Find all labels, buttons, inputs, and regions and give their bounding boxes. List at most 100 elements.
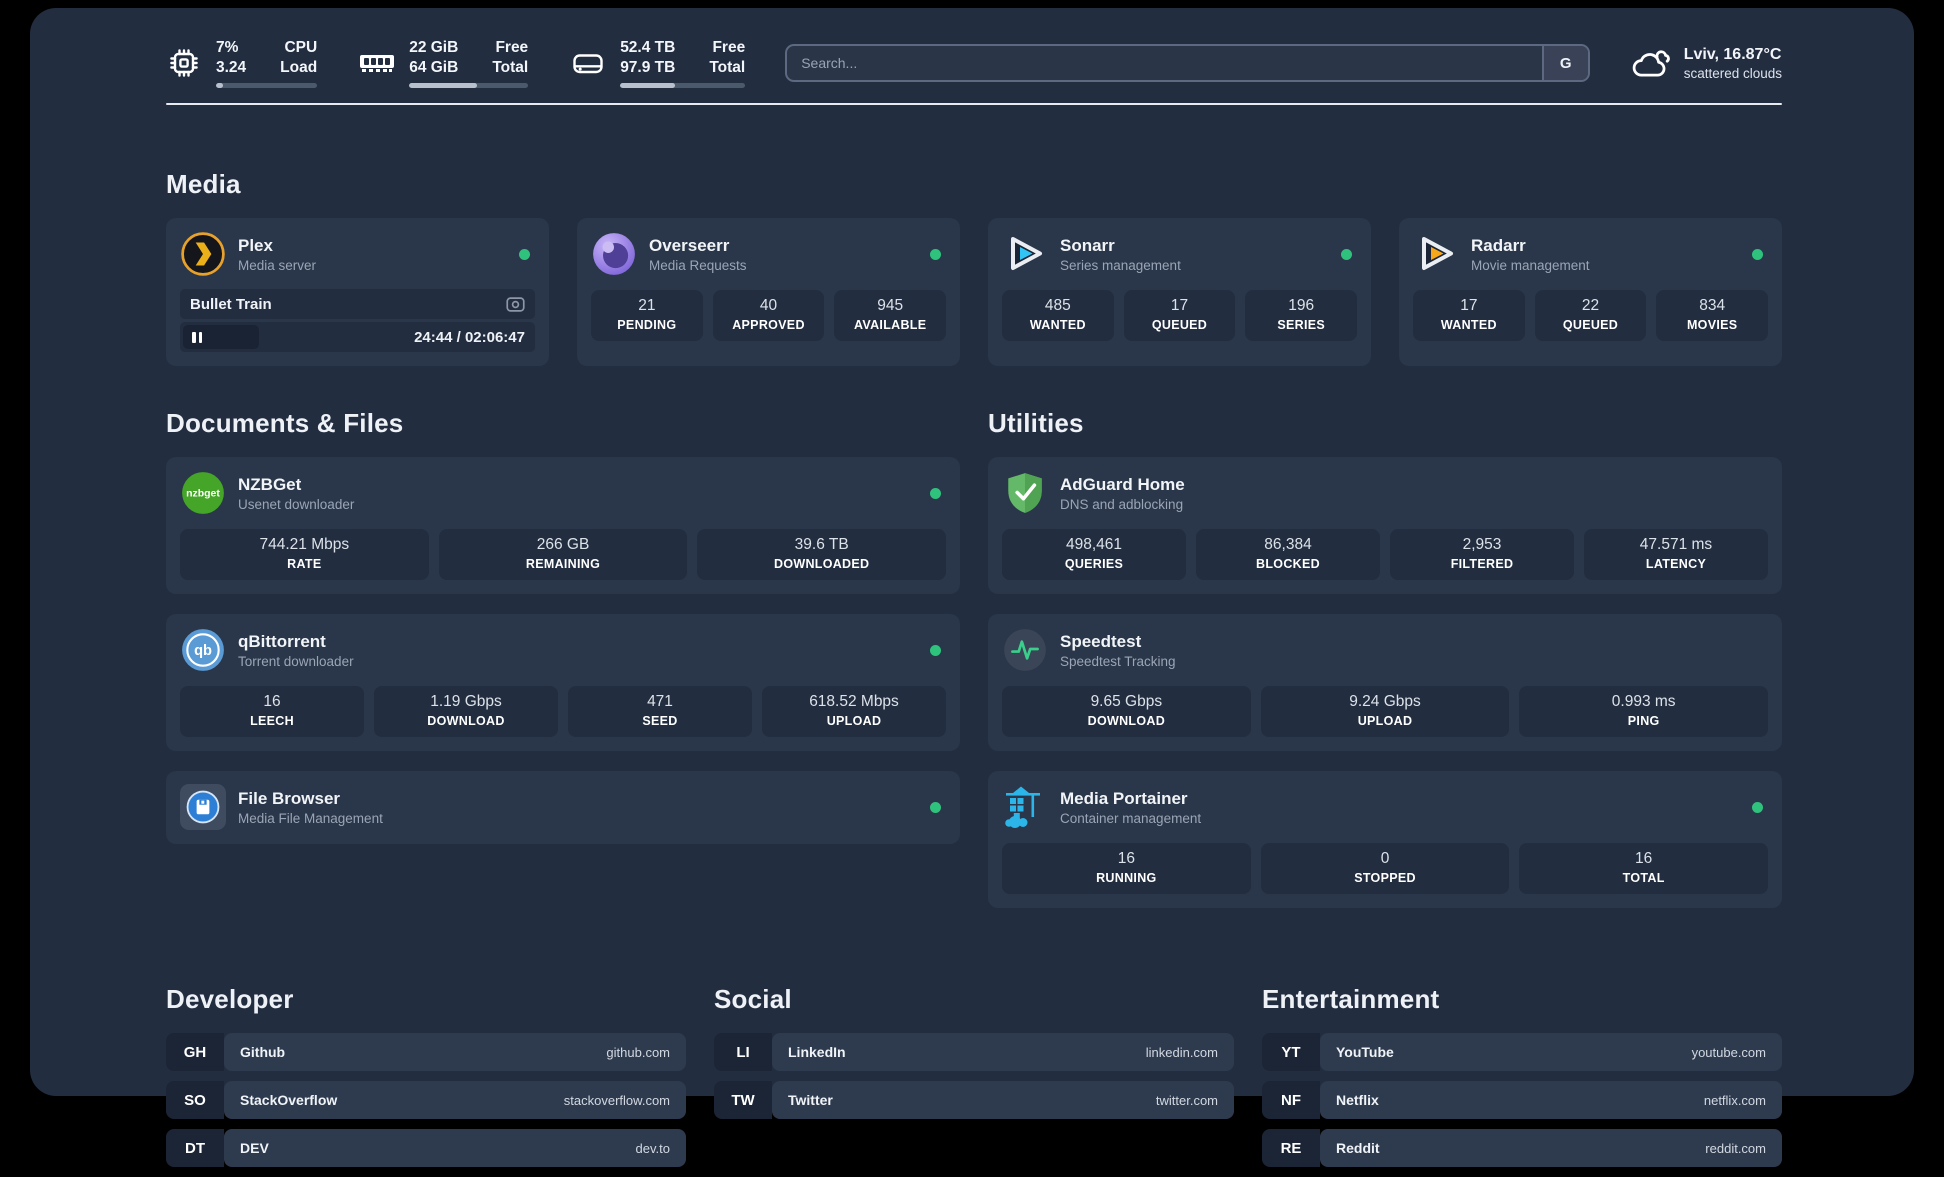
cpu-label: CPU	[280, 38, 317, 58]
section-utilities: Utilities AdGuard Home DNS and adblockin…	[988, 408, 1782, 928]
disk-total-value: 97.9 TB	[620, 58, 675, 78]
stat-ping: 0.993 ms PING	[1519, 686, 1768, 737]
card-title: Radarr	[1471, 236, 1590, 256]
filebrowser-card[interactable]: File Browser Media File Management	[166, 771, 960, 844]
disk-free-value: 52.4 TB	[620, 38, 675, 58]
adguard-card[interactable]: AdGuard Home DNS and adblocking 498,461 …	[988, 457, 1782, 594]
session-device-icon	[506, 297, 525, 312]
bookmark-name: Reddit	[1336, 1140, 1380, 1156]
ram-icon	[359, 51, 395, 75]
bookmark-abbr: TW	[714, 1081, 772, 1119]
bookmark-reddit[interactable]: RE Reddit reddit.com	[1262, 1129, 1782, 1167]
card-subtitle: DNS and adblocking	[1060, 497, 1185, 512]
bookmark-name: YouTube	[1336, 1044, 1394, 1060]
stat-leech: 16 LEECH	[180, 686, 364, 737]
bookmark-url: linkedin.com	[1146, 1045, 1218, 1060]
card-subtitle: Media Requests	[649, 258, 747, 273]
card-subtitle: Container management	[1060, 811, 1201, 826]
cloud-icon	[1630, 45, 1672, 81]
weather-condition: scattered clouds	[1684, 66, 1782, 81]
section-title-social: Social	[714, 984, 1234, 1015]
stat-wanted: 485 WANTED	[1002, 290, 1114, 341]
card-title: Sonarr	[1060, 236, 1181, 256]
weather-widget[interactable]: Lviv, 16.87°C scattered clouds	[1630, 45, 1782, 81]
ram-free-value: 22 GiB	[409, 38, 458, 58]
stat-movies: 834 MOVIES	[1656, 290, 1768, 341]
card-title: qBittorrent	[238, 632, 354, 652]
bookmark-netflix[interactable]: NF Netflix netflix.com	[1262, 1081, 1782, 1119]
stat-download: 1.19 Gbps DOWNLOAD	[374, 686, 558, 737]
card-title: AdGuard Home	[1060, 475, 1185, 495]
section-developer: Developer GH Github github.com SO StackO…	[166, 984, 686, 1177]
pause-icon	[192, 332, 196, 343]
stat-wanted: 17 WANTED	[1413, 290, 1525, 341]
nzbget-card[interactable]: nzbget NZBGet Usenet downloader 744.21 M…	[166, 457, 960, 594]
bookmark-name: Github	[240, 1044, 285, 1060]
bookmark-name: StackOverflow	[240, 1092, 337, 1108]
nzbget-icon: nzbget	[180, 470, 226, 516]
system-stats: 7% 3.24 CPU Load 22 GiB	[166, 38, 745, 88]
bookmark-abbr: DT	[166, 1129, 224, 1167]
bookmark-name: Netflix	[1336, 1092, 1379, 1108]
portainer-card[interactable]: Media Portainer Container management 16 …	[988, 771, 1782, 908]
status-dot	[930, 802, 941, 813]
bookmark-youtube[interactable]: YT YouTube youtube.com	[1262, 1033, 1782, 1071]
overseerr-card[interactable]: Overseerr Media Requests 21 PENDING 40 A…	[577, 218, 960, 366]
plex-card[interactable]: Plex Media server Bullet Train 24:44	[166, 218, 549, 366]
stat-approved: 40 APPROVED	[713, 290, 825, 341]
cpu-percent: 7%	[216, 38, 246, 58]
status-dot	[1752, 249, 1763, 260]
stat-total: 16 TOTAL	[1519, 843, 1768, 894]
qbittorrent-card[interactable]: qb qBittorrent Torrent downloader 16 LEE…	[166, 614, 960, 751]
stat-series: 196 SERIES	[1245, 290, 1357, 341]
bookmark-url: youtube.com	[1692, 1045, 1766, 1060]
bookmark-twitter[interactable]: TW Twitter twitter.com	[714, 1081, 1234, 1119]
bookmark-dev[interactable]: DT DEV dev.to	[166, 1129, 686, 1167]
plex-icon	[180, 231, 226, 277]
sonarr-card[interactable]: Sonarr Series management 485 WANTED 17 Q…	[988, 218, 1371, 366]
cpu-stat: 7% 3.24 CPU Load	[166, 38, 317, 88]
radarr-card[interactable]: Radarr Movie management 17 WANTED 22 QUE…	[1399, 218, 1782, 366]
status-dot	[930, 249, 941, 260]
card-subtitle: Media server	[238, 258, 316, 273]
stat-download: 9.65 Gbps DOWNLOAD	[1002, 686, 1251, 737]
search-engine-button[interactable]: G	[1542, 46, 1588, 80]
radarr-icon	[1413, 231, 1459, 277]
section-title-developer: Developer	[166, 984, 686, 1015]
bookmark-url: github.com	[606, 1045, 670, 1060]
pause-button[interactable]	[183, 325, 259, 349]
ram-stat: 22 GiB 64 GiB Free Total	[359, 38, 528, 88]
cpu-icon	[166, 45, 202, 81]
pause-icon	[199, 332, 203, 343]
bookmark-github[interactable]: GH Github github.com	[166, 1033, 686, 1071]
card-title: Plex	[238, 236, 316, 256]
stat-downloaded: 39.6 TB DOWNLOADED	[697, 529, 946, 580]
bookmark-abbr: GH	[166, 1033, 224, 1071]
card-subtitle: Series management	[1060, 258, 1181, 273]
section-title-media: Media	[166, 169, 1782, 200]
stat-pending: 21 PENDING	[591, 290, 703, 341]
stat-upload: 618.52 Mbps UPLOAD	[762, 686, 946, 737]
stat-filtered: 2,953 FILTERED	[1390, 529, 1574, 580]
section-entertainment: Entertainment YT YouTube youtube.com NF …	[1262, 984, 1782, 1177]
cpu-progress	[216, 83, 317, 88]
status-dot	[1341, 249, 1352, 260]
stat-latency: 47.571 ms LATENCY	[1584, 529, 1768, 580]
stat-remaining: 266 GB REMAINING	[439, 529, 688, 580]
stat-queries: 498,461 QUERIES	[1002, 529, 1186, 580]
section-title-utilities: Utilities	[988, 408, 1782, 439]
bookmark-abbr: NF	[1262, 1081, 1320, 1119]
bookmark-linkedin[interactable]: LI LinkedIn linkedin.com	[714, 1033, 1234, 1071]
stat-seed: 471 SEED	[568, 686, 752, 737]
bookmark-stackoverflow[interactable]: SO StackOverflow stackoverflow.com	[166, 1081, 686, 1119]
stat-blocked: 86,384 BLOCKED	[1196, 529, 1380, 580]
bookmark-url: stackoverflow.com	[564, 1093, 670, 1108]
section-title-documents: Documents & Files	[166, 408, 960, 439]
disk-free-label: Free	[709, 38, 745, 58]
section-title-entertainment: Entertainment	[1262, 984, 1782, 1015]
svg-text:nzbget: nzbget	[186, 489, 220, 500]
speedtest-card[interactable]: Speedtest Speedtest Tracking 9.65 Gbps D…	[988, 614, 1782, 751]
disk-total-label: Total	[709, 58, 745, 78]
bookmark-url: dev.to	[636, 1141, 670, 1156]
search-input[interactable]	[787, 46, 1541, 80]
